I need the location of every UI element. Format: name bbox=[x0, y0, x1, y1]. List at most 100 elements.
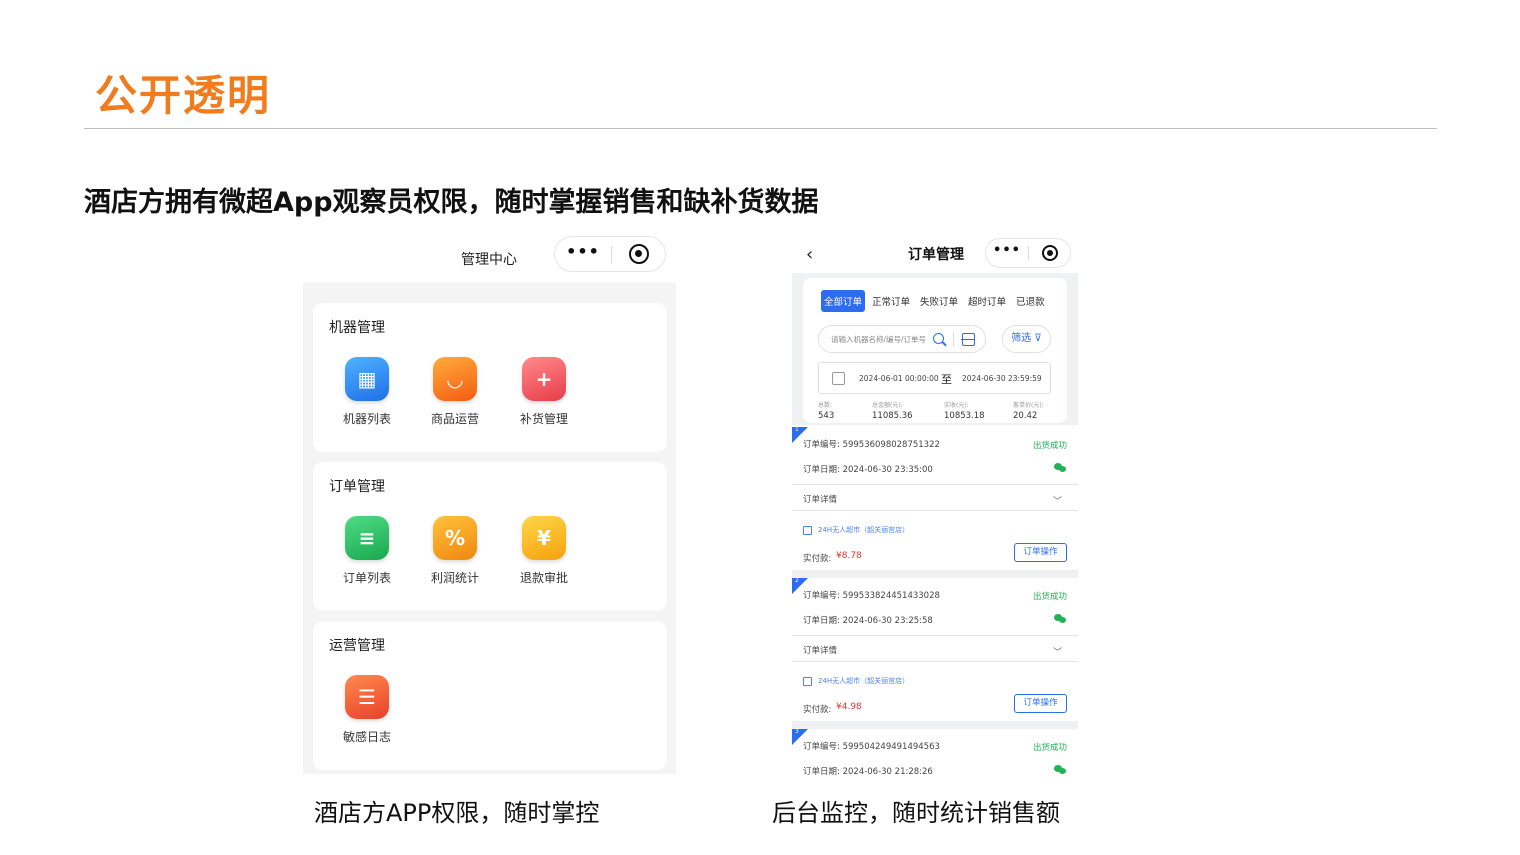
order-date: 订单日期: 2024-06-30 21:28:26 bbox=[803, 767, 933, 776]
close-target-icon[interactable] bbox=[629, 244, 649, 264]
capsule-separator bbox=[611, 246, 612, 263]
funnel-icon: ⊽ bbox=[1031, 333, 1042, 344]
tab-refunded[interactable]: 已退款 bbox=[1013, 290, 1048, 312]
back-arrow-icon[interactable]: ‹ bbox=[806, 244, 813, 265]
title-divider bbox=[84, 128, 1437, 129]
date-to: 至 bbox=[941, 373, 952, 386]
chevron-down-icon[interactable]: ﹀ bbox=[1053, 645, 1062, 658]
divider bbox=[792, 510, 1078, 511]
management-center-title: 管理中心 bbox=[461, 252, 517, 268]
order-index: 2 bbox=[795, 577, 799, 584]
order-tabs: 全部订单 正常订单 失败订单 超时订单 已退款 bbox=[821, 290, 1048, 312]
scan-icon[interactable] bbox=[961, 333, 975, 346]
paid-amount: ¥8.78 bbox=[836, 551, 862, 561]
order-list-entry[interactable]: ≡ 订单列表 bbox=[333, 516, 401, 586]
right-phone-screen: ‹ 订单管理 ••• 全部订单 正常订单 失败订单 超时订单 已退款 请输入机器… bbox=[792, 236, 1078, 776]
profit-statistics-entry[interactable]: % 利润统计 bbox=[421, 516, 489, 586]
machine-list-entry[interactable]: ▦ 机器列表 bbox=[333, 357, 401, 427]
left-phone-body: 机器管理 ▦ 机器列表 ◡ 商品运营 + 补货管理 订单管理 ≡ 订单列表 % … bbox=[303, 283, 676, 774]
stat-label: 总金额(元): bbox=[872, 402, 903, 409]
app-label: 敏感日志 bbox=[342, 730, 391, 744]
search-icon[interactable] bbox=[933, 333, 944, 344]
order-card[interactable]: 1 订单编号: 599536098028751322 出货成功 订单日期: 20… bbox=[792, 426, 1078, 569]
order-index: 3 bbox=[795, 728, 799, 735]
filter-area: 全部订单 正常订单 失败订单 超时订单 已退款 请输入机器名称/编号/订单号 筛… bbox=[792, 273, 1078, 425]
stat-total-count: 总数: 543 bbox=[818, 400, 834, 421]
store-name: 24H无人超市（韶关丽宫店） bbox=[818, 526, 910, 534]
wechat-pay-icon bbox=[1054, 765, 1066, 774]
document-icon: ≡ bbox=[345, 516, 389, 560]
paid-amount: ¥4.98 bbox=[836, 702, 862, 712]
more-menu-icon[interactable]: ••• bbox=[555, 237, 611, 271]
stat-value: 11085.36 bbox=[872, 411, 913, 421]
order-number: 订单编号: 599533824451433028 bbox=[803, 591, 940, 601]
chevron-down-icon[interactable]: ﹀ bbox=[1053, 494, 1062, 507]
stat-total-amount: 总金额(元): 11085.36 bbox=[872, 400, 913, 421]
tab-normal-orders[interactable]: 正常订单 bbox=[869, 290, 913, 312]
order-separator bbox=[792, 570, 1078, 578]
section-title: 运营管理 bbox=[329, 638, 385, 654]
store-icon bbox=[803, 526, 812, 535]
order-index: 1 bbox=[795, 426, 799, 433]
order-action-button[interactable]: 订单操作 bbox=[1014, 694, 1067, 713]
divider bbox=[792, 635, 1078, 636]
date-end: 2024-06-30 23:59:59 bbox=[962, 374, 1042, 383]
vending-machine-icon: ▦ bbox=[345, 357, 389, 401]
more-menu-icon[interactable]: ••• bbox=[986, 239, 1028, 267]
app-label: 商品运营 bbox=[430, 412, 479, 426]
stat-value: 20.42 bbox=[1013, 411, 1038, 421]
app-label: 补货管理 bbox=[519, 412, 568, 426]
profit-coins-icon: % bbox=[433, 516, 477, 560]
store-name: 24H无人超市（韶关丽宫店） bbox=[818, 677, 910, 685]
machine-management-card: 机器管理 ▦ 机器列表 ◡ 商品运营 + 补货管理 bbox=[313, 303, 667, 452]
date-range-picker[interactable]: 2024-06-01 00:00:00 至 2024-06-30 23:59:5… bbox=[818, 362, 1051, 394]
tab-all-orders[interactable]: 全部订单 bbox=[821, 290, 866, 312]
mini-program-capsule: ••• bbox=[985, 238, 1071, 268]
restock-management-entry[interactable]: + 补货管理 bbox=[510, 357, 578, 427]
capsule-separator bbox=[1028, 246, 1029, 260]
order-detail-toggle[interactable]: 订单详情 bbox=[803, 493, 837, 505]
filter-button[interactable]: 筛选 ⊽ bbox=[1002, 325, 1051, 353]
stat-label: 客单价(元): bbox=[1013, 402, 1044, 409]
status-badge: 出货成功 bbox=[1032, 743, 1067, 753]
paid-label: 实付款: bbox=[803, 554, 832, 564]
right-phone-header: ‹ 订单管理 ••• bbox=[792, 236, 1078, 272]
stat-per-customer: 客单价(元): 20.42 bbox=[1013, 400, 1044, 421]
order-card[interactable]: 2 订单编号: 599533824451433028 出货成功 订单日期: 20… bbox=[792, 577, 1078, 720]
slide-subtitle: 酒店方拥有微超App观察员权限，随时掌握销售和缺补货数据 bbox=[84, 187, 819, 218]
order-action-button[interactable]: 订单操作 bbox=[1014, 543, 1067, 562]
app-label: 订单列表 bbox=[342, 571, 391, 585]
left-phone-header: 管理中心 ••• bbox=[303, 236, 676, 282]
restock-icon: + bbox=[522, 357, 566, 401]
stat-received: 实收(元): 10853.18 bbox=[944, 400, 985, 421]
search-separator bbox=[953, 332, 954, 347]
slide-title: 公开透明 bbox=[95, 71, 272, 120]
section-title: 机器管理 bbox=[329, 320, 385, 336]
tab-timeout-orders[interactable]: 超时订单 bbox=[965, 290, 1009, 312]
order-separator bbox=[792, 721, 1078, 729]
product-operation-entry[interactable]: ◡ 商品运营 bbox=[421, 357, 489, 427]
caption-backend-monitor: 后台监控，随时统计销售额 bbox=[772, 799, 1060, 827]
order-card[interactable]: 3 订单编号: 599504249491494563 出货成功 订单日期: 20… bbox=[792, 728, 1078, 776]
refund-approval-entry[interactable]: ¥ 退款审批 bbox=[510, 516, 578, 586]
calendar-icon bbox=[832, 372, 845, 385]
status-badge: 出货成功 bbox=[1032, 441, 1067, 451]
order-date: 订单日期: 2024-06-30 23:25:58 bbox=[803, 616, 933, 626]
caption-hotel-app: 酒店方APP权限，随时掌控 bbox=[314, 799, 600, 827]
search-input[interactable]: 请输入机器名称/编号/订单号 bbox=[818, 325, 986, 353]
sensitive-log-entry[interactable]: ☰ 敏感日志 bbox=[333, 675, 401, 745]
tab-failed-orders[interactable]: 失败订单 bbox=[917, 290, 961, 312]
divider bbox=[792, 484, 1078, 485]
close-target-icon[interactable] bbox=[1042, 245, 1058, 261]
filter-label: 筛选 bbox=[1011, 333, 1032, 344]
stat-label: 实收(元): bbox=[944, 402, 969, 409]
shopping-bag-icon: ◡ bbox=[433, 357, 477, 401]
order-management-card: 订单管理 ≡ 订单列表 % 利润统计 ¥ 退款审批 bbox=[313, 462, 667, 611]
stat-label: 总数: bbox=[818, 402, 833, 409]
operations-management-card: 运营管理 ☰ 敏感日志 bbox=[313, 621, 667, 770]
stat-value: 10853.18 bbox=[944, 411, 985, 421]
order-number: 订单编号: 599504249491494563 bbox=[803, 742, 940, 752]
status-badge: 出货成功 bbox=[1032, 592, 1067, 602]
order-detail-toggle[interactable]: 订单详情 bbox=[803, 644, 837, 656]
yuan-coin-icon: ¥ bbox=[522, 516, 566, 560]
